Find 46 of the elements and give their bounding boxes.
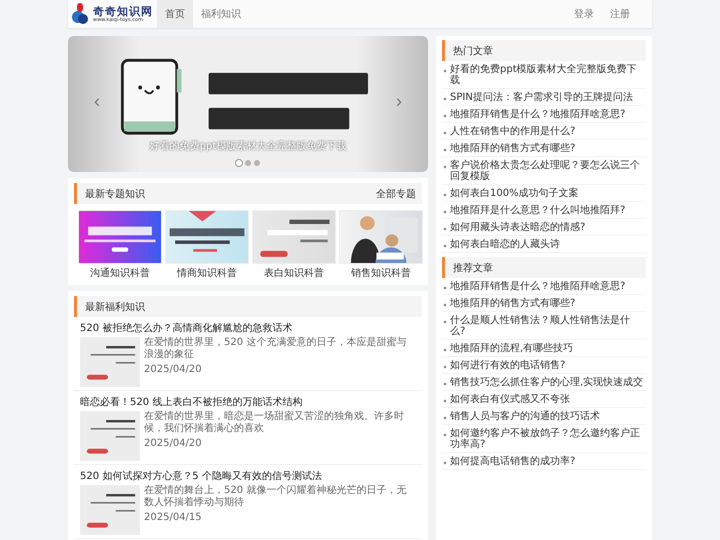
article-title[interactable]: 520 如何试探对方心意？5 个隐晦又有效的信号测试法 bbox=[80, 469, 416, 483]
logo-icon bbox=[70, 3, 90, 25]
article-link[interactable]: 如何表白暗恋的人藏头诗 bbox=[442, 236, 646, 253]
nav-tab[interactable]: 福利知识 bbox=[193, 0, 249, 28]
article-excerpt: 在爱情的世界里，暗恋是一场甜蜜又苦涩的独角戏。许多时候，我们怀揣着满心的喜欢 bbox=[144, 411, 405, 435]
article-link[interactable]: 地推陌拜的销售方式有哪些? bbox=[442, 295, 646, 312]
article-link[interactable]: 如何表白100%成功句子文案 bbox=[442, 185, 646, 202]
logo-name: 奇奇知识网 bbox=[93, 6, 153, 16]
article-link[interactable]: 地推陌拜销售是什么？地推陌拜啥意思? bbox=[442, 278, 646, 295]
article-date: 2025/04/20 bbox=[144, 438, 203, 449]
topic-link[interactable]: 销售知识科普 bbox=[351, 266, 411, 280]
article-link[interactable]: 销售人员与客户的沟通的技巧话术 bbox=[442, 408, 646, 425]
article-date: 2025/04/20 bbox=[144, 364, 203, 375]
topic-link[interactable]: 表白知识科普 bbox=[264, 266, 324, 280]
article-link[interactable]: 地推陌拜的销售方式有哪些? bbox=[442, 140, 646, 157]
section-title: 推荐文章 bbox=[453, 262, 493, 274]
section-title: 热门文章 bbox=[453, 44, 493, 58]
section-title: 最新专题知识 bbox=[85, 188, 145, 200]
article-link[interactable]: SPIN提问法：客户需求引导的王牌提问法 bbox=[442, 89, 646, 106]
article-link[interactable]: 如何用藏头诗表达暗恋的情感? bbox=[442, 219, 646, 236]
article-link[interactable]: 好看的免费ppt模版素材大全完整版免费下载 bbox=[442, 61, 646, 89]
article-link[interactable]: 销售技巧怎么抓住客户的心理,实现快速成交 bbox=[442, 374, 646, 391]
carousel-dot[interactable] bbox=[236, 160, 242, 166]
article-link[interactable]: 如何进行有效的电话销售? bbox=[442, 357, 646, 374]
article-excerpt: 在爱情的世界里，520 这个充满爱意的日子，本应是甜蜜与浪漫的象征 bbox=[144, 337, 408, 361]
article-title[interactable]: 暗恋必看！520 线上表白不被拒绝的万能话术结构 bbox=[80, 395, 416, 409]
nav-tab[interactable]: 首页 bbox=[157, 0, 193, 28]
article-link[interactable]: 如何邀约客户不被放鸽子？怎么邀约客户正功率高? bbox=[442, 425, 646, 453]
article-date: 2025/04/15 bbox=[144, 512, 203, 523]
article-excerpt: 在爱情的舞台上，520 就像一个闪耀着神秘光芒的日子，无数人怀揣着悸动与期待 bbox=[144, 485, 408, 509]
topic-link[interactable]: 沟通知识科普 bbox=[90, 266, 150, 280]
article-title[interactable]: 520 被拒绝怎么办？高情商化解尴尬的急救话术 bbox=[80, 321, 416, 335]
account-link[interactable]: 注册 bbox=[602, 0, 638, 28]
topic-link[interactable]: 情商知识科普 bbox=[177, 266, 237, 280]
article-link[interactable]: 什么是顺人性销售法？顺人性销售法是什么? bbox=[442, 312, 646, 340]
more-link[interactable]: 全部专题 bbox=[376, 186, 416, 200]
section-title: 最新福利知识 bbox=[85, 300, 145, 314]
article-link[interactable]: 地推陌拜销售是什么？地推陌拜啥意思? bbox=[442, 106, 646, 123]
article-link[interactable]: 地推陌拜的流程,有哪些技巧 bbox=[442, 340, 646, 357]
carousel-caption: 好看的免费ppt模版素材大全完整版免费下载 bbox=[148, 139, 348, 153]
article-link[interactable]: 地推陌拜是什么意思？什么叫地推陌拜? bbox=[442, 202, 646, 219]
article-link[interactable]: 客户说价格太贵怎么处理呢？要怎么说三个回复模版 bbox=[442, 157, 646, 185]
account-link[interactable]: 登录 bbox=[566, 0, 602, 28]
article-link[interactable]: 如何提高电话销售的成功率? bbox=[442, 453, 646, 470]
article-link[interactable]: 人性在销售中的作用是什么? bbox=[442, 123, 646, 140]
article-link[interactable]: 如何表白有仪式感又不夸张 bbox=[442, 391, 646, 408]
